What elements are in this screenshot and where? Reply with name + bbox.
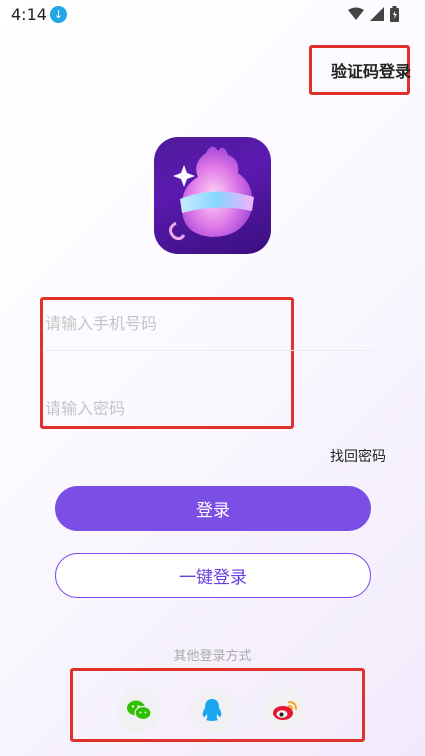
weibo-icon (273, 701, 297, 720)
verification-code-login-link[interactable]: 验证码登录 (331, 58, 411, 82)
login-button[interactable]: 登录 (55, 486, 371, 531)
status-bar: 4:14 ↓ (0, 0, 425, 30)
signal-icon (370, 7, 384, 21)
password-input[interactable] (45, 394, 375, 422)
input-divider (45, 350, 375, 351)
wechat-icon (127, 700, 152, 721)
qq-icon (202, 699, 222, 721)
phone-number-input[interactable] (45, 309, 375, 337)
download-icon: ↓ (50, 6, 67, 23)
wechat-login-button[interactable] (117, 688, 161, 732)
forgot-password-link[interactable]: 找回密码 (330, 446, 386, 466)
status-time: 4:14 (11, 5, 47, 24)
app-logo-icon (154, 137, 271, 254)
status-icons (348, 6, 399, 22)
other-login-methods-label: 其他登录方式 (173, 649, 252, 664)
wifi-icon (348, 7, 364, 20)
qq-login-button[interactable] (190, 688, 234, 732)
one-click-login-button[interactable]: 一键登录 (55, 553, 371, 598)
battery-icon (390, 6, 399, 22)
weibo-login-button[interactable] (263, 688, 307, 732)
